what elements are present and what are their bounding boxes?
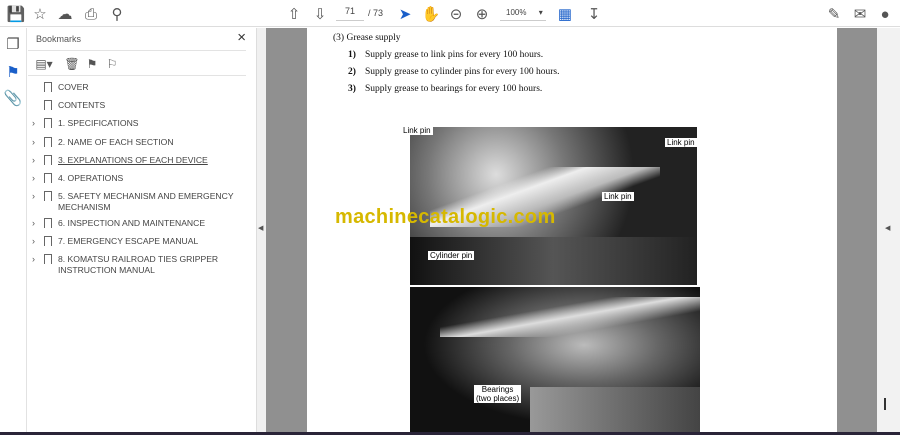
bookmark-icon: [44, 218, 52, 228]
expand-chevron-icon[interactable]: ›: [32, 155, 35, 166]
save-icon[interactable]: 💾: [6, 4, 26, 24]
find-bookmark-icon[interactable]: ⚐: [102, 54, 122, 74]
bookmark-icon: [44, 155, 52, 165]
step-number: 3): [348, 84, 356, 94]
photo-label: Link pin: [665, 138, 697, 147]
pages-icon[interactable]: ❐: [3, 34, 23, 54]
expand-chevron-icon[interactable]: ›: [32, 191, 35, 202]
photo-label: Link pin: [401, 126, 433, 135]
attachment-icon[interactable]: 📎: [3, 88, 23, 108]
page-number-input[interactable]: 71: [336, 6, 364, 21]
scroll-thumb[interactable]: [884, 398, 886, 410]
bookmark-icon: [44, 100, 52, 110]
bookmark-label: 5. SAFETY MECHANISM AND EMERGENCY MECHAN…: [58, 191, 234, 212]
bookmark-icon: [44, 82, 52, 92]
left-rail: ❐ ⚑ 📎: [0, 28, 27, 432]
toolbar: 💾 ☆ ☁ ⎙ ⚲ ⇧ ⇩ 71 / 73 ➤ ✋ ⊝ ⊕ 100% ▾ ▦ ↧…: [0, 0, 900, 27]
select-cursor-icon[interactable]: ➤: [395, 4, 415, 24]
chevron-down-icon: ▾: [538, 8, 543, 17]
bookmarks-panel: Bookmarks × ▤▾ 🗑 ⚑ ⚐ COVER CONTENTS › 1. SP…: [28, 28, 256, 432]
bookmark-label: 1. SPECIFICATIONS: [58, 118, 139, 128]
bookmark-icon: [44, 137, 52, 147]
collapse-arrow-icon[interactable]: ◀: [258, 224, 263, 232]
scroll-mode-icon[interactable]: ↧: [584, 4, 604, 24]
panel-title: Bookmarks: [36, 34, 82, 44]
bookmark-label: 4. OPERATIONS: [58, 173, 124, 183]
bookmark-tools: ▤▾ 🗑 ⚑ ⚐: [28, 50, 246, 76]
bearings-subtext: (two places): [476, 394, 520, 403]
watermark: machinecatalogic.com: [335, 206, 556, 228]
account-icon[interactable]: ●: [875, 4, 895, 24]
bearings-text: Bearings: [481, 385, 514, 394]
close-icon[interactable]: ×: [237, 29, 246, 46]
expand-chevron-icon[interactable]: ›: [32, 118, 35, 129]
fit-page-icon[interactable]: ▦: [555, 4, 575, 24]
page-up-icon[interactable]: ⇧: [284, 4, 304, 24]
zoom-out-icon[interactable]: ⊝: [446, 4, 466, 24]
pdf-page: (3) Grease supply 1) Supply grease to lin…: [307, 28, 837, 432]
bookmark-label: CONTENTS: [58, 100, 106, 110]
new-bookmark-icon[interactable]: ⚑: [82, 54, 102, 74]
delete-icon[interactable]: 🗑: [62, 54, 82, 74]
bookmark-label: 2. NAME OF EACH SECTION: [58, 137, 174, 147]
hand-tool-icon[interactable]: ✋: [421, 4, 441, 24]
photo-label: Cylinder pin: [428, 251, 475, 260]
bookmark-label: 3. EXPLANATIONS OF EACH DEVICE: [58, 155, 208, 165]
bookmark-icon: [44, 191, 52, 201]
step-text: Supply grease to link pins for every 100…: [365, 50, 544, 60]
bearings-photo: [410, 287, 700, 432]
page-down-icon[interactable]: ⇩: [310, 4, 330, 24]
step-number: 1): [348, 50, 356, 60]
zoom-in-icon[interactable]: ⊕: [472, 4, 492, 24]
expand-chevron-icon[interactable]: ›: [32, 173, 35, 184]
step-text: Supply grease to bearings for every 100 …: [365, 84, 543, 94]
bookmark-icon[interactable]: ⚑: [3, 62, 23, 82]
photo-label: Link pin: [602, 192, 634, 201]
expand-chevron-icon[interactable]: ›: [32, 218, 35, 229]
email-icon[interactable]: ✉: [850, 4, 870, 24]
bookmark-label: COVER: [58, 82, 89, 92]
scrollbar[interactable]: ◀: [877, 28, 900, 432]
expand-chevron-icon[interactable]: ›: [32, 236, 35, 247]
print-icon[interactable]: ⎙: [81, 4, 101, 24]
bookmark-icon: [44, 236, 52, 246]
expand-chevron-icon[interactable]: ›: [32, 137, 35, 148]
bookmark-icon: [44, 118, 52, 128]
step-number: 2): [348, 67, 356, 77]
page-total: / 73: [368, 8, 384, 18]
step-text: Supply grease to cylinder pins for every…: [365, 67, 560, 77]
zoom-select[interactable]: 100% ▾: [500, 6, 546, 21]
star-icon[interactable]: ☆: [30, 4, 50, 24]
bookmark-icon: [44, 173, 52, 183]
bearings-label: Bearings (two places): [474, 385, 522, 403]
panel-splitter[interactable]: ◀: [256, 28, 266, 432]
zoom-value: 100%: [506, 8, 527, 17]
section-heading: (3) Grease supply: [333, 33, 401, 43]
bookmark-label: 7. EMERGENCY ESCAPE MANUAL: [58, 236, 199, 246]
expand-chevron-icon[interactable]: ›: [32, 254, 35, 265]
bookmark-label: 8. KOMATSU RAILROAD TIES GRIPPER INSTRUC…: [58, 254, 219, 275]
bookmark-label: 6. INSPECTION AND MAINTENANCE: [58, 218, 206, 228]
bookmark-icon: [44, 254, 52, 264]
sign-icon[interactable]: ✎: [824, 4, 844, 24]
search-icon[interactable]: ⚲: [107, 4, 127, 24]
cloud-upload-icon[interactable]: ☁: [55, 4, 75, 24]
expand-arrow-icon[interactable]: ◀: [885, 224, 890, 232]
options-icon[interactable]: ▤▾: [34, 54, 54, 74]
